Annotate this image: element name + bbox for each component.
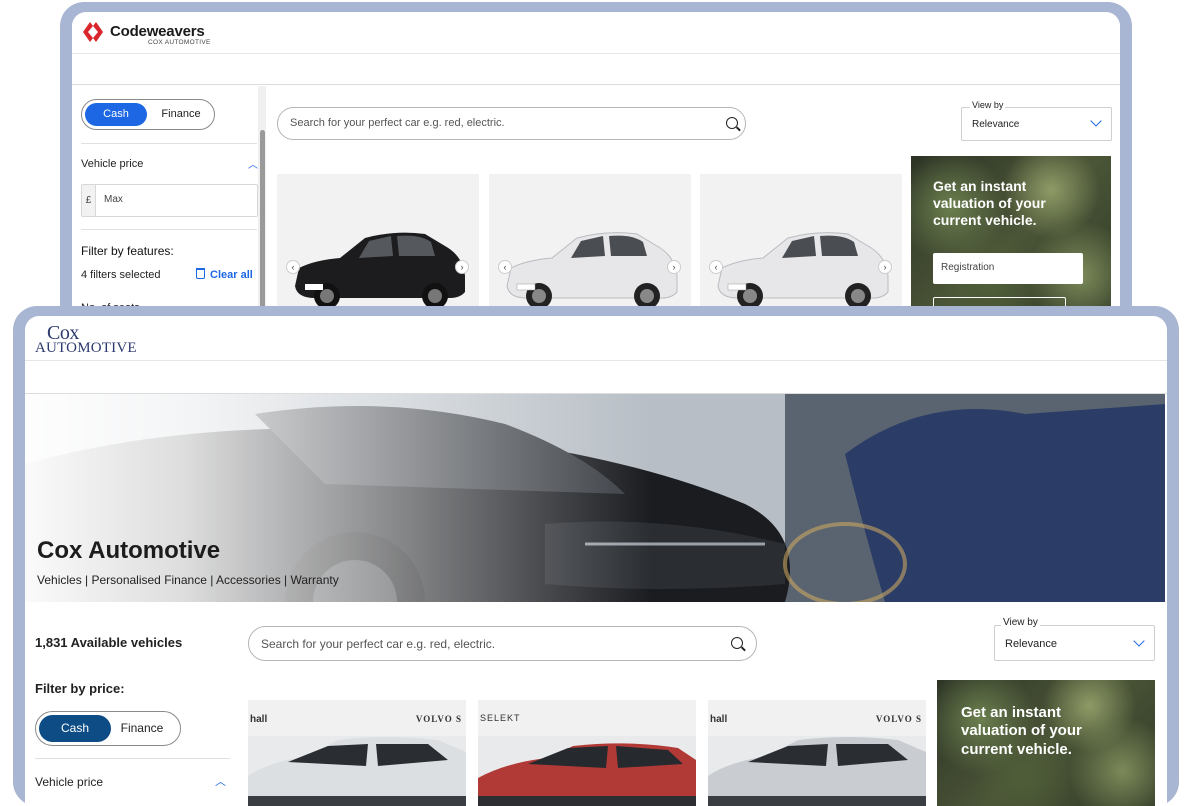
next-image-button[interactable]: › xyxy=(455,260,469,274)
back-nav-bar xyxy=(72,54,1120,85)
search-icon[interactable] xyxy=(726,117,738,129)
front-site-header: Cox AUTOMOTIVE xyxy=(25,316,1167,361)
filters-selected-count: 4 filters selected xyxy=(81,269,161,281)
prev-image-button[interactable]: ‹ xyxy=(286,260,300,274)
valuation-promo: Get an instant valuation of your current… xyxy=(911,156,1111,322)
divider xyxy=(35,758,230,759)
filter-price-heading: Filter by price: xyxy=(35,681,125,696)
available-vehicles-count: 1,831 Available vehicles xyxy=(35,635,183,650)
car-image xyxy=(708,737,926,806)
brand-name: Codeweavers xyxy=(110,23,205,40)
view-by-label: View by xyxy=(970,100,1006,110)
front-browser-frame: Cox AUTOMOTIVE Cox Automotive Vehicles |… xyxy=(13,306,1179,806)
brand-mark: VOLVO S xyxy=(875,714,922,724)
price-mode-toggle[interactable]: Cash Finance xyxy=(35,711,181,746)
cash-option[interactable]: Cash xyxy=(85,103,147,126)
search-input[interactable]: Search for your perfect car e.g. red, el… xyxy=(277,107,746,140)
view-by-value: Relevance xyxy=(1005,638,1057,650)
dealer-name: hall xyxy=(710,714,728,725)
divider xyxy=(81,143,257,144)
brand-subtitle: COX AUTOMOTIVE xyxy=(148,39,211,46)
next-image-button[interactable]: › xyxy=(878,260,892,274)
prev-image-button[interactable]: ‹ xyxy=(498,260,512,274)
vehicle-price-label[interactable]: Vehicle price xyxy=(35,775,103,789)
currency-symbol: £ xyxy=(82,185,96,216)
valuation-promo: Get an instant valuation of your current… xyxy=(937,680,1155,806)
car-image xyxy=(506,232,678,309)
car-image xyxy=(478,743,696,806)
divider xyxy=(81,229,257,230)
vehicle-price-label[interactable]: Vehicle price xyxy=(81,158,143,170)
finance-option[interactable]: Finance xyxy=(106,715,178,742)
view-by-select[interactable]: View by Relevance xyxy=(994,617,1155,661)
car-image xyxy=(248,737,466,806)
front-nav-bar xyxy=(25,361,1167,394)
cox-logo-bottom: AUTOMOTIVE xyxy=(35,340,137,356)
back-page: Codeweavers COX AUTOMOTIVE Cash Finance … xyxy=(72,12,1120,322)
codeweavers-logo-icon xyxy=(83,22,103,42)
search-input[interactable]: Search for your perfect car e.g. red, el… xyxy=(248,626,757,661)
back-browser-frame: Codeweavers COX AUTOMOTIVE Cash Finance … xyxy=(60,2,1132,332)
chevron-up-icon[interactable]: ︿ xyxy=(215,773,226,789)
registration-input[interactable]: Registration xyxy=(933,253,1083,284)
clear-all-button[interactable]: Clear all xyxy=(196,268,253,281)
chevron-down-icon xyxy=(1090,115,1102,127)
vehicle-card[interactable]: ‹ › xyxy=(700,174,902,322)
cash-option[interactable]: Cash xyxy=(39,715,111,742)
filter-features-heading: Filter by features: xyxy=(81,244,174,258)
hero-fade-overlay xyxy=(25,394,1165,602)
prev-image-button[interactable]: ‹ xyxy=(709,260,723,274)
dealer-name: SELEKT xyxy=(480,713,521,723)
chevron-down-icon xyxy=(1133,635,1145,647)
promo-title: Get an instant valuation of your current… xyxy=(961,704,1082,758)
finance-option[interactable]: Finance xyxy=(150,103,212,126)
max-price-placeholder: Max xyxy=(104,194,123,205)
view-by-label: View by xyxy=(1001,617,1040,628)
vehicle-card[interactable]: SELEKT xyxy=(478,700,696,806)
hero-subtitle: Vehicles | Personalised Finance | Access… xyxy=(37,573,339,587)
view-by-select[interactable]: View by Relevance xyxy=(961,100,1112,141)
view-by-value: Relevance xyxy=(972,119,1020,130)
vehicle-card[interactable]: ‹ › xyxy=(489,174,691,322)
vehicle-card[interactable]: ‹ › xyxy=(277,174,479,322)
brand-mark: VOLVO S xyxy=(415,714,462,724)
sidebar-scrollbar-thumb[interactable] xyxy=(260,130,265,322)
hero-banner: Cox Automotive Vehicles | Personalised F… xyxy=(25,394,1165,602)
max-price-input[interactable]: £ Max xyxy=(81,184,258,217)
vehicle-card[interactable]: hall VOLVO S xyxy=(248,700,466,806)
clear-all-label: Clear all xyxy=(210,269,253,281)
promo-title: Get an instant valuation of your current… xyxy=(933,178,1046,229)
search-placeholder: Search for your perfect car e.g. red, el… xyxy=(261,637,496,651)
next-image-button[interactable]: › xyxy=(667,260,681,274)
front-page: Cox AUTOMOTIVE Cox Automotive Vehicles |… xyxy=(25,316,1167,806)
trash-icon xyxy=(196,268,205,279)
search-icon[interactable] xyxy=(731,637,743,649)
chevron-up-icon[interactable]: ︿ xyxy=(248,156,258,171)
price-mode-toggle[interactable]: Cash Finance xyxy=(81,99,215,130)
dealer-name: hall xyxy=(250,714,268,725)
search-placeholder: Search for your perfect car e.g. red, el… xyxy=(290,117,505,129)
car-image xyxy=(295,232,465,309)
car-image xyxy=(717,232,889,309)
back-site-header: Codeweavers COX AUTOMOTIVE xyxy=(72,12,1120,54)
hero-title: Cox Automotive xyxy=(37,537,221,564)
vehicle-card[interactable]: hall VOLVO S xyxy=(708,700,926,806)
